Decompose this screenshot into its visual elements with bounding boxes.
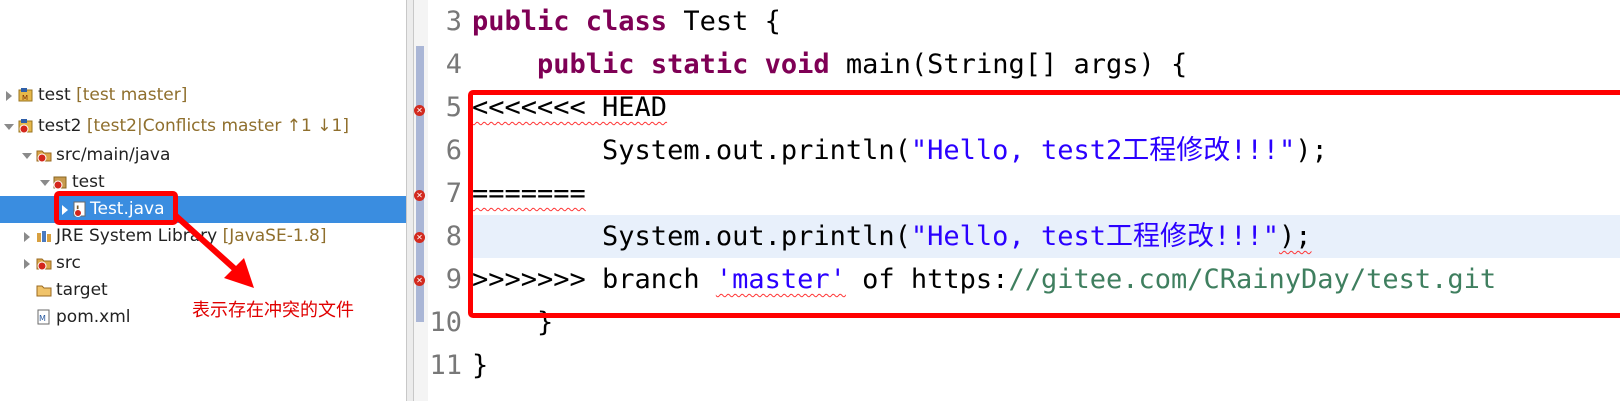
line-number: 7 bbox=[445, 178, 462, 209]
line-number: 9 bbox=[445, 264, 462, 295]
maven-project-conflict-icon bbox=[18, 119, 33, 134]
project-explorer: M test [test master] test2 [test2|Confli… bbox=[0, 0, 412, 401]
code-line-3: public class Test { bbox=[472, 6, 781, 37]
line-number: 4 bbox=[445, 49, 462, 80]
svg-text:M: M bbox=[39, 314, 46, 323]
view-splitter[interactable] bbox=[406, 0, 414, 401]
tree-item-test-project[interactable]: M test [test master] bbox=[0, 82, 412, 109]
collapse-arrow-icon[interactable] bbox=[4, 124, 14, 130]
folder-icon bbox=[36, 285, 52, 297]
line-number: 3 bbox=[445, 6, 462, 37]
tree-item-test2-project[interactable]: test2 [test2|Conflicts master ↑1 ↓1] bbox=[0, 113, 412, 140]
xml-file-icon: M bbox=[37, 309, 50, 325]
line-number-gutter: 3 4 5 6 7 8 9 10 11 bbox=[428, 0, 468, 401]
conflict-highlight-box bbox=[468, 90, 1620, 318]
folder-conflict-icon bbox=[36, 258, 52, 271]
maven-project-icon: M bbox=[18, 88, 33, 102]
line-number: 10 bbox=[429, 307, 462, 338]
expand-arrow-icon[interactable] bbox=[6, 91, 12, 101]
line-number: 5 bbox=[445, 92, 462, 123]
source-folder-conflict-icon bbox=[36, 150, 52, 163]
tree-item-src-main-java[interactable]: src/main/java bbox=[0, 142, 412, 169]
error-marker-icon[interactable]: ✕ bbox=[414, 232, 425, 243]
code-line-11: } bbox=[472, 350, 489, 381]
tree-item-label: test2 bbox=[38, 116, 82, 136]
code-line-4: public static void main(String[] args) { bbox=[537, 49, 1188, 80]
line-number: 11 bbox=[429, 350, 462, 381]
collapse-arrow-icon[interactable] bbox=[40, 180, 50, 186]
collapse-arrow-icon[interactable] bbox=[22, 153, 32, 159]
git-decoration: [test master] bbox=[76, 85, 188, 105]
error-marker-icon[interactable]: ✕ bbox=[414, 190, 425, 201]
annotation-arrow-icon bbox=[173, 213, 254, 288]
expand-arrow-icon[interactable] bbox=[24, 259, 30, 269]
git-decoration: [test2|Conflicts master ↑1 ↓1] bbox=[86, 116, 349, 136]
error-marker-icon[interactable]: ✕ bbox=[414, 105, 425, 116]
expand-arrow-icon[interactable] bbox=[24, 232, 30, 242]
line-number: 6 bbox=[445, 135, 462, 166]
line-number: 8 bbox=[445, 221, 462, 252]
error-marker-icon[interactable]: ✕ bbox=[414, 275, 425, 286]
annotation-text: 表示存在冲突的文件 bbox=[192, 300, 354, 321]
svg-text:M: M bbox=[22, 94, 28, 102]
tree-item-label: test bbox=[38, 85, 71, 105]
library-icon bbox=[37, 231, 51, 242]
package-conflict-icon bbox=[53, 176, 67, 190]
file-highlight-box bbox=[54, 191, 178, 225]
